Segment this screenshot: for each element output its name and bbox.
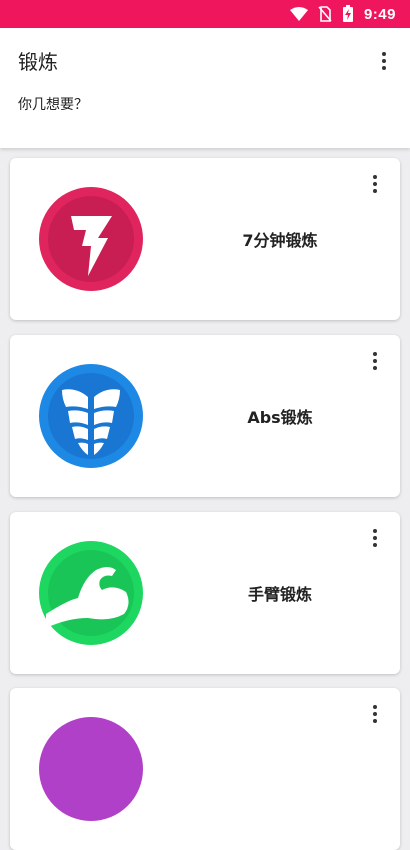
page-subtitle: 你几想要？ [18,97,88,113]
workout-card-7min[interactable]: 7分钟锻炼 [10,158,400,320]
workout-card-4[interactable] [10,688,400,850]
card-more-vert-icon[interactable] [363,172,387,196]
bicep-icon [38,540,144,646]
card-more-vert-icon[interactable] [363,526,387,550]
status-bar: 9:49 [0,0,410,28]
page-title: 锻炼 [18,50,58,74]
workout-card-abs[interactable]: Abs锻炼 [10,335,400,497]
header-more-vert-icon[interactable] [372,49,396,73]
abs-icon [38,363,144,469]
wifi-icon [289,7,308,21]
workout-card-arms[interactable]: 手臂锻炼 [10,512,400,674]
card-more-vert-icon[interactable] [363,702,387,726]
app-header: 锻炼 你几想要？ [0,28,410,148]
workout-label: 手臂锻炼 [247,585,312,604]
status-time: 9:49 [363,5,396,23]
workout-emblem-icon [38,716,144,822]
battery-charging-icon [342,5,354,23]
lightning-icon [38,186,144,292]
workout-label: 7分钟锻炼 [242,231,318,250]
workout-label: Abs锻炼 [247,408,313,427]
no-sim-icon [318,6,332,22]
card-more-vert-icon[interactable] [363,349,387,373]
